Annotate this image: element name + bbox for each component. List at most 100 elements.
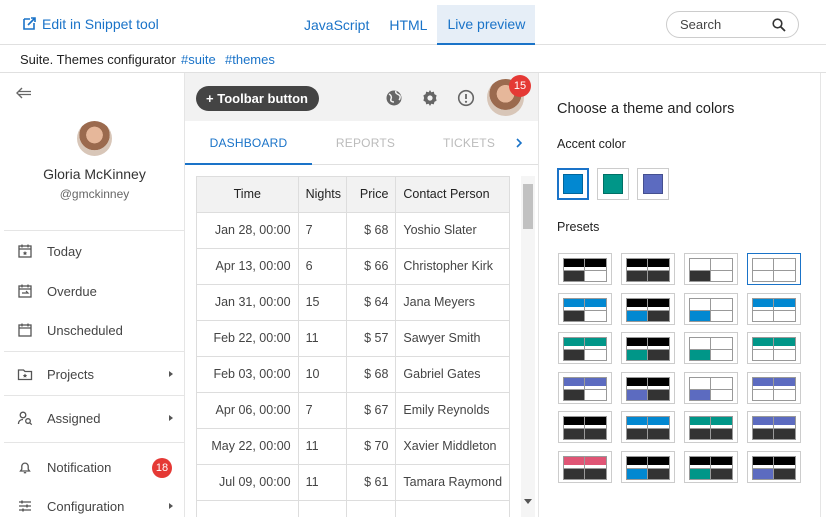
theme-preset[interactable]	[621, 371, 675, 404]
sidebar-item-overdue[interactable]: Overdue	[4, 272, 185, 310]
table-row[interactable]: Jan 31, 00:00 15 $ 64 Jana Meyers	[197, 284, 510, 321]
table-cell: Yoshio Slater	[395, 212, 510, 249]
table-row[interactable]: May 22, 00:00 11 $ 70 Xavier Middleton	[197, 428, 510, 465]
preset-header	[753, 377, 795, 386]
theme-preset[interactable]	[558, 253, 612, 285]
notification-count-badge: 18	[152, 458, 172, 478]
sidebar-item-projects[interactable]: Projects	[4, 355, 185, 393]
theme-preset[interactable]	[621, 292, 675, 325]
grid-scrollbar[interactable]	[521, 176, 535, 517]
sidebar-item-configuration[interactable]: Configuration	[4, 487, 185, 517]
preset-divider	[753, 388, 795, 390]
top-bar: Edit in Snippet tool JavaScript HTML Live …	[0, 0, 826, 45]
theme-preset[interactable]	[621, 253, 675, 285]
theme-preset[interactable]	[558, 411, 612, 443]
table-row[interactable]: Apr 13, 00:00 6 $ 66 Christopher Kirk	[197, 248, 510, 285]
preset-main	[647, 310, 669, 321]
table-row[interactable]: Jan 28, 00:00 7 $ 68 Yoshio Slater	[197, 212, 510, 249]
theme-preset[interactable]	[684, 450, 738, 483]
search-input[interactable]: Search	[666, 11, 799, 38]
theme-preset[interactable]	[684, 332, 738, 364]
table-row[interactable]: Feb 22, 00:00 11 $ 57 Sawyer Smith	[197, 320, 510, 357]
theme-preset[interactable]	[558, 292, 612, 325]
preset-main	[584, 350, 606, 360]
tab-tickets[interactable]: TICKETS	[423, 121, 515, 165]
user-avatar[interactable]	[77, 121, 112, 156]
preset-header	[564, 377, 606, 386]
preset-header	[564, 338, 606, 346]
avatar-notification-badge: 15	[509, 75, 531, 97]
sidebar-item-notification[interactable]: Notification 18	[4, 448, 185, 486]
tab-dashboard[interactable]: DASHBOARD	[185, 121, 312, 165]
table-cell: Apr 13, 00:00	[197, 248, 299, 285]
toolbar-button[interactable]: + Toolbar button	[196, 86, 319, 111]
preset-header	[690, 259, 732, 267]
preset-main	[710, 310, 732, 321]
table-cell: Feb 03, 00:00	[197, 356, 299, 393]
tab-live-preview[interactable]: Live preview	[437, 5, 536, 45]
tag-themes[interactable]: #themes	[225, 52, 275, 67]
theme-preset[interactable]	[747, 371, 801, 404]
data-grid: Time Nights Price Contact Person Jan 28, 00…	[196, 176, 510, 517]
tab-html[interactable]: HTML	[379, 5, 437, 45]
theme-preset[interactable]	[747, 411, 801, 443]
sidebar-item-label: Configuration	[47, 498, 125, 514]
theme-preset[interactable]	[684, 292, 738, 325]
theme-preset[interactable]	[621, 411, 675, 443]
theme-preset[interactable]	[558, 371, 612, 404]
preset-header	[753, 259, 795, 267]
theme-preset[interactable]	[684, 253, 738, 285]
theme-preset[interactable]	[747, 253, 801, 285]
column-header-price[interactable]: Price	[346, 177, 397, 213]
accent-color-label: Accent color	[557, 137, 626, 151]
accent-color-swatch[interactable]	[637, 168, 669, 200]
preset-header	[753, 417, 795, 425]
preset-thumbnail	[626, 337, 670, 361]
preset-main	[584, 429, 606, 439]
preset-main	[647, 350, 669, 360]
preset-main	[710, 389, 732, 400]
theme-preset[interactable]	[684, 411, 738, 443]
theme-preset[interactable]	[747, 450, 801, 483]
info-icon[interactable]	[457, 89, 475, 107]
column-header-time[interactable]: Time	[197, 177, 299, 213]
table-row[interactable]: Feb 03, 00:00 10 $ 68 Gabriel Gates	[197, 356, 510, 393]
theme-preset[interactable]	[621, 450, 675, 483]
collapse-sidebar-icon[interactable]	[16, 87, 32, 99]
theme-preset[interactable]	[558, 332, 612, 364]
chevron-right-icon[interactable]	[515, 138, 523, 148]
accent-color-swatch[interactable]	[557, 168, 589, 200]
globe-icon[interactable]	[385, 89, 403, 107]
tab-javascript[interactable]: JavaScript	[294, 5, 379, 45]
scrollbar-thumb[interactable]	[523, 184, 533, 229]
preset-header	[564, 456, 606, 465]
preset-thumbnail	[752, 416, 796, 440]
gear-icon[interactable]	[421, 89, 439, 107]
table-row[interactable]: Apr 06, 00:00 7 $ 67 Emily Reynolds	[197, 392, 510, 429]
tag-suite[interactable]: #suite	[181, 52, 216, 67]
sidebar-item-assigned[interactable]: Assigned	[4, 399, 185, 437]
column-header-nights[interactable]: Nights	[298, 177, 348, 213]
sidebar-item-today[interactable]: Today	[4, 232, 185, 270]
edit-snippet-link[interactable]: Edit in Snippet tool	[22, 16, 159, 32]
tab-reports[interactable]: REPORTS	[312, 121, 419, 165]
theme-preset[interactable]	[747, 292, 801, 325]
folder-star-icon	[17, 369, 33, 381]
toolbar: + Toolbar button 15	[185, 73, 538, 121]
theme-preset[interactable]	[621, 332, 675, 364]
accent-color-swatch[interactable]	[597, 168, 629, 200]
theme-preset[interactable]	[747, 332, 801, 364]
preset-sidebar	[627, 389, 647, 400]
table-row[interactable]: Jul 09, 00:00 11 $ 61 Tamara Raymond	[197, 464, 510, 501]
preset-header	[627, 377, 669, 386]
table-cell: $ 67	[346, 392, 397, 429]
column-header-contact-person[interactable]: Contact Person	[395, 177, 510, 213]
theme-preset[interactable]	[558, 450, 612, 483]
preset-thumbnail	[752, 337, 796, 361]
theme-preset[interactable]	[684, 371, 738, 404]
swatch-color	[643, 174, 663, 194]
scroll-down-arrow-icon[interactable]	[524, 499, 532, 504]
table-row[interactable]	[197, 500, 510, 517]
preset-divider	[690, 467, 732, 469]
sidebar-item-unscheduled[interactable]: Unscheduled	[4, 311, 185, 349]
